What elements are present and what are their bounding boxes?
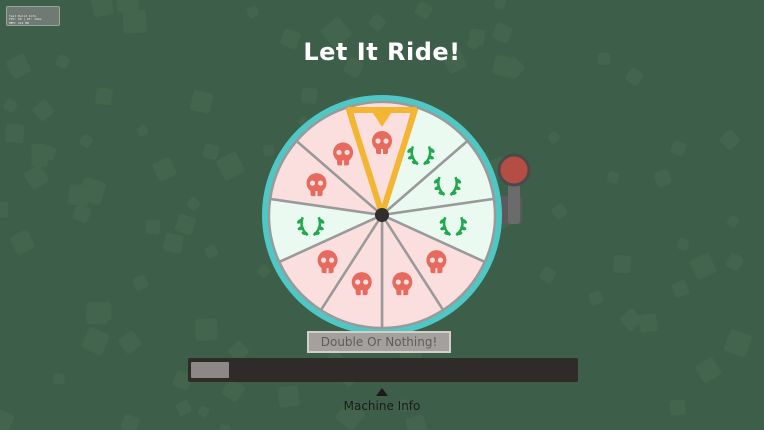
wheel-hub [375,208,389,222]
progress-fill [191,362,229,378]
progress-track [188,358,578,382]
triangle-up-icon[interactable] [376,388,388,396]
machine-info-label[interactable]: Machine Info [0,399,764,413]
double-or-nothing-button[interactable]: Double Or Nothing! [307,331,451,353]
lever-knob[interactable] [497,153,531,187]
